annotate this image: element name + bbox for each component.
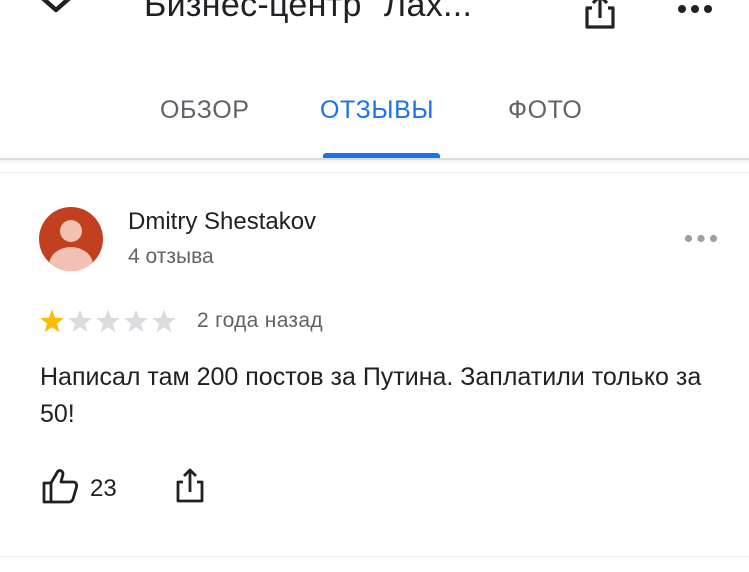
tab-reviews[interactable]: ОТЗЫВЫ — [320, 96, 434, 125]
share-icon[interactable] — [583, 0, 617, 30]
review-text: Написал там 200 постов за Путина. Заплат… — [40, 363, 702, 428]
like-count: 23 — [90, 475, 117, 502]
tabs-divider — [0, 158, 749, 160]
star-empty-icon — [96, 309, 120, 333]
star-filled-icon — [40, 309, 64, 333]
avatar[interactable] — [39, 207, 103, 271]
bottom-divider — [0, 556, 749, 557]
tab-photos[interactable]: ФОТО — [508, 96, 582, 125]
star-empty-icon — [124, 309, 148, 333]
place-title: Бизнес-центр "Лах... — [144, 0, 473, 24]
review-card: Dmitry Shestakov 4 отзыва 2 года назад Н… — [0, 173, 749, 558]
review-author[interactable]: Dmitry Shestakov — [128, 208, 316, 236]
more-horizontal-icon[interactable] — [677, 4, 713, 14]
tab-overview[interactable]: ОБЗОР — [160, 96, 250, 125]
star-empty-icon — [152, 309, 176, 333]
top-bar: Бизнес-центр "Лах... — [0, 0, 749, 40]
avatar-body-shape — [49, 247, 93, 271]
share-icon[interactable] — [175, 468, 205, 504]
more-horizontal-icon[interactable] — [684, 234, 718, 243]
review-author-count: 4 отзыва — [128, 245, 214, 268]
avatar-head-shape — [60, 220, 82, 242]
chevron-down-icon[interactable] — [32, 0, 80, 18]
review-date: 2 года назад — [197, 309, 323, 332]
thumbs-up-icon[interactable] — [41, 468, 79, 504]
tab-bar: ОБЗОР ОТЗЫВЫ ФОТО — [0, 80, 749, 160]
star-rating — [40, 309, 176, 333]
star-empty-icon — [68, 309, 92, 333]
